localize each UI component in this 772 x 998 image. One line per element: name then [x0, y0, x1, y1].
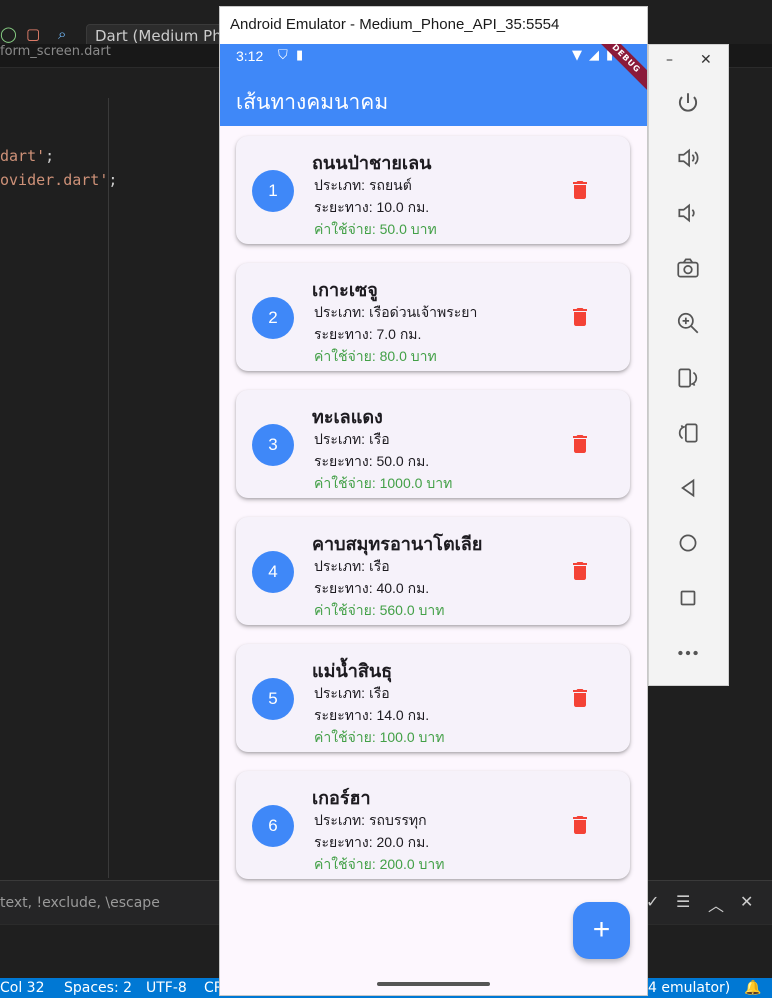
list-item[interactable]: 1 ถนนป่าชายเลน ประเภท: รถยนต์ ระยะทาง: 1… [236, 136, 630, 244]
power-icon [678, 93, 698, 112]
status-device[interactable]: 4 emulator) [648, 980, 730, 996]
delete-icon[interactable] [568, 559, 592, 583]
shield-icon: ⛉ [278, 48, 288, 63]
zoom-in-icon [677, 312, 699, 334]
rotate-left-button[interactable] [674, 364, 702, 392]
route-number-avatar: 5 [252, 678, 294, 720]
volume-down-button[interactable] [674, 199, 702, 227]
route-name: เกาะเซจู [312, 280, 378, 300]
indent-guide [108, 98, 109, 878]
home-button[interactable] [674, 529, 702, 557]
restart-icon[interactable]: ◯ [0, 25, 17, 43]
route-distance: ระยะทาง: 20.0 กม. [314, 834, 430, 850]
close-icon[interactable]: ✕ [740, 892, 753, 911]
route-cost: ค่าใช้จ่าย: 50.0 บาท [314, 221, 437, 237]
wifi-icon: ▼ [572, 48, 582, 63]
sim-card-icon: ▮ [296, 48, 304, 63]
add-route-button[interactable]: + [573, 902, 630, 959]
list-item[interactable]: 4 คาบสมุทรอานาโตเลีย ประเภท: เรือ ระยะทา… [236, 517, 630, 625]
power-button[interactable] [674, 89, 702, 117]
volume-down-icon [678, 203, 695, 223]
more-button[interactable] [674, 639, 702, 667]
gesture-nav-handle[interactable] [377, 982, 490, 986]
find-input[interactable]: text, !exclude, \escape [0, 895, 160, 911]
overview-icon [680, 590, 696, 606]
list-item[interactable]: 6 เกอร์ฮา ประเภท: รถบรรทุก ระยะทาง: 20.0… [236, 771, 630, 879]
route-type: ประเภท: รถยนต์ [314, 177, 412, 193]
rotate-right-button[interactable] [674, 419, 702, 447]
editor-tab[interactable]: form_screen.dart [0, 44, 111, 59]
route-cost: ค่าใช้จ่าย: 100.0 บาท [314, 729, 445, 745]
route-type: ประเภท: รถบรรทุก [314, 812, 427, 828]
route-cost: ค่าใช้จ่าย: 1000.0 บาท [314, 475, 453, 491]
rotate-right-icon [678, 423, 698, 443]
home-icon [679, 534, 697, 552]
overview-button[interactable] [674, 584, 702, 612]
route-type: ประเภท: เรือด่วนเจ้าพระยา [314, 304, 478, 320]
more-icon [678, 650, 698, 656]
delete-icon[interactable] [568, 178, 592, 202]
route-distance: ระยะทาง: 40.0 กม. [314, 580, 430, 596]
emulator-window: Android Emulator - Medium_Phone_API_35:5… [219, 6, 648, 996]
route-distance: ระยะทาง: 14.0 กม. [314, 707, 430, 723]
status-time: 3:12 [236, 48, 264, 64]
status-spaces[interactable]: Spaces: 2 [64, 980, 132, 996]
status-encoding[interactable]: UTF-8 [146, 980, 187, 996]
page-title: เส้นทางคมนาคม [236, 91, 389, 114]
route-number-avatar: 1 [252, 170, 294, 212]
route-number-avatar: 6 [252, 805, 294, 847]
status-col[interactable]: Col 32 [0, 980, 45, 996]
back-icon [681, 478, 695, 498]
delete-icon[interactable] [568, 432, 592, 456]
zoom-button[interactable] [674, 309, 702, 337]
rotate-left-icon [678, 368, 698, 388]
code-line: ovider.dart'; [0, 171, 118, 189]
route-name: แม่น้ำสินธุ [312, 661, 393, 681]
back-button[interactable] [674, 474, 702, 502]
phone-screen[interactable]: 3:12 ⛉ ▮ ▼ ◢ ▮ DEBUG เส้นทางคมนาคม 1 ถนน… [220, 44, 647, 995]
toolbar-minimize-button[interactable]: – [666, 52, 673, 68]
bell-icon[interactable]: 🔔 [744, 980, 761, 996]
delete-icon[interactable] [568, 305, 592, 329]
route-distance: ระยะทาง: 10.0 กม. [314, 199, 430, 215]
stop-icon[interactable]: ▢ [26, 25, 40, 43]
list-item[interactable]: 3 ทะเลแดง ประเภท: เรือ ระยะทาง: 50.0 กม.… [236, 390, 630, 498]
delete-icon[interactable] [568, 686, 592, 710]
route-number-avatar: 3 [252, 424, 294, 466]
route-number-avatar: 2 [252, 297, 294, 339]
delete-icon[interactable] [568, 813, 592, 837]
debug-banner: DEBUG [590, 44, 647, 95]
route-distance: ระยะทาง: 50.0 กม. [314, 453, 430, 469]
code-line: dart'; [0, 147, 55, 165]
route-name: ถนนป่าชายเลน [312, 153, 432, 173]
inspect-icon[interactable]: ⌕ [58, 25, 66, 43]
route-list: 1 ถนนป่าชายเลน ประเภท: รถยนต์ ระยะทาง: 1… [236, 136, 630, 898]
volume-up-icon [678, 148, 699, 168]
app-bar: 3:12 ⛉ ▮ ▼ ◢ ▮ DEBUG เส้นทางคมนาคม [220, 44, 647, 126]
check-icon[interactable]: ✓ [646, 892, 659, 911]
route-cost: ค่าใช้จ่าย: 80.0 บาท [314, 348, 437, 364]
camera-icon [677, 258, 699, 278]
route-distance: ระยะทาง: 7.0 กม. [314, 326, 422, 342]
route-name: เกอร์ฮา [312, 788, 371, 808]
emulator-title: Android Emulator - Medium_Phone_API_35:5… [220, 7, 647, 44]
route-name: คาบสมุทรอานาโตเลีย [312, 534, 483, 554]
screenshot-button[interactable] [674, 254, 702, 282]
route-number-avatar: 4 [252, 551, 294, 593]
route-type: ประเภท: เรือ [314, 431, 390, 447]
route-cost: ค่าใช้จ่าย: 560.0 บาท [314, 602, 445, 618]
route-name: ทะเลแดง [312, 407, 383, 427]
route-type: ประเภท: เรือ [314, 558, 390, 574]
list-item[interactable]: 2 เกาะเซจู ประเภท: เรือด่วนเจ้าพระยา ระย… [236, 263, 630, 371]
list-item[interactable]: 5 แม่น้ำสินธุ ประเภท: เรือ ระยะทาง: 14.0… [236, 644, 630, 752]
volume-up-button[interactable] [674, 144, 702, 172]
filter-icon[interactable]: ☰ [676, 892, 690, 911]
chevron-up-icon[interactable]: ︿ [708, 892, 724, 916]
toolbar-close-button[interactable]: ✕ [700, 52, 712, 68]
route-type: ประเภท: เรือ [314, 685, 390, 701]
signal-icon: ◢ [589, 48, 599, 63]
route-cost: ค่าใช้จ่าย: 200.0 บาท [314, 856, 445, 872]
